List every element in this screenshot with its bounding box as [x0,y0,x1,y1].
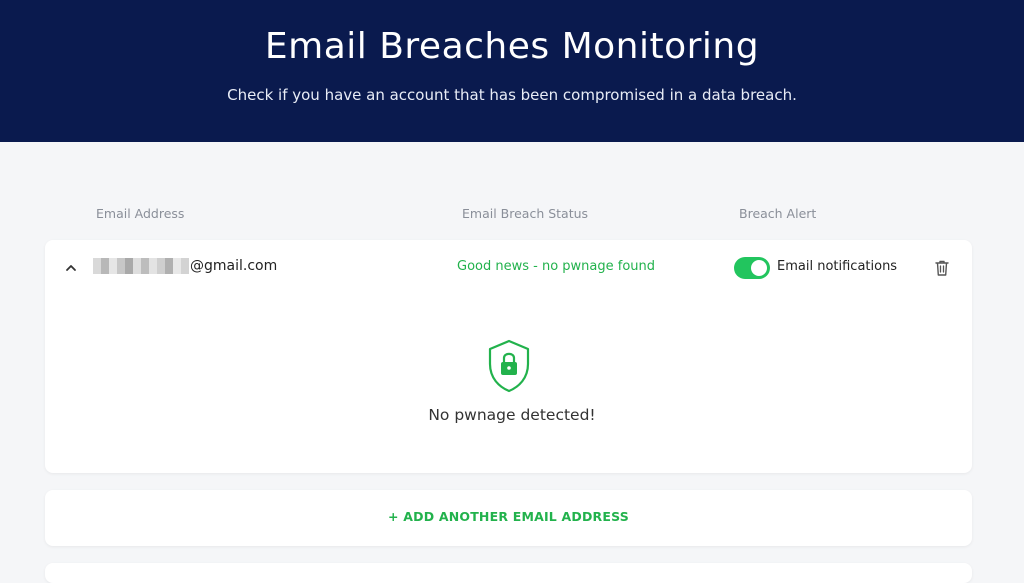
column-header-alert: Breach Alert [739,206,817,221]
email-notifications-label: Email notifications [777,259,898,274]
page-title: Email Breaches Monitoring [264,26,760,67]
result-message: No pwnage detected! [428,406,596,424]
column-header-email: Email Address [96,206,185,221]
redacted-email-username [93,258,189,274]
trash-icon[interactable] [934,259,950,277]
email-notifications-toggle[interactable] [734,257,770,279]
column-header-status: Email Breach Status [462,206,589,221]
add-email-button[interactable]: + ADD ANOTHER EMAIL ADDRESS [45,509,972,524]
next-card-edge [45,563,972,583]
toggle-knob [751,260,767,276]
email-address: @gmail.com [93,258,277,274]
chevron-up-icon[interactable] [64,262,78,274]
page-subtitle: Check if you have an account that has be… [227,86,797,104]
email-domain: @gmail.com [190,258,278,274]
breach-status: Good news - no pwnage found [457,259,656,274]
shield-lock-icon [488,339,530,393]
hero-header: Email Breaches Monitoring Check if you h… [0,0,1024,142]
